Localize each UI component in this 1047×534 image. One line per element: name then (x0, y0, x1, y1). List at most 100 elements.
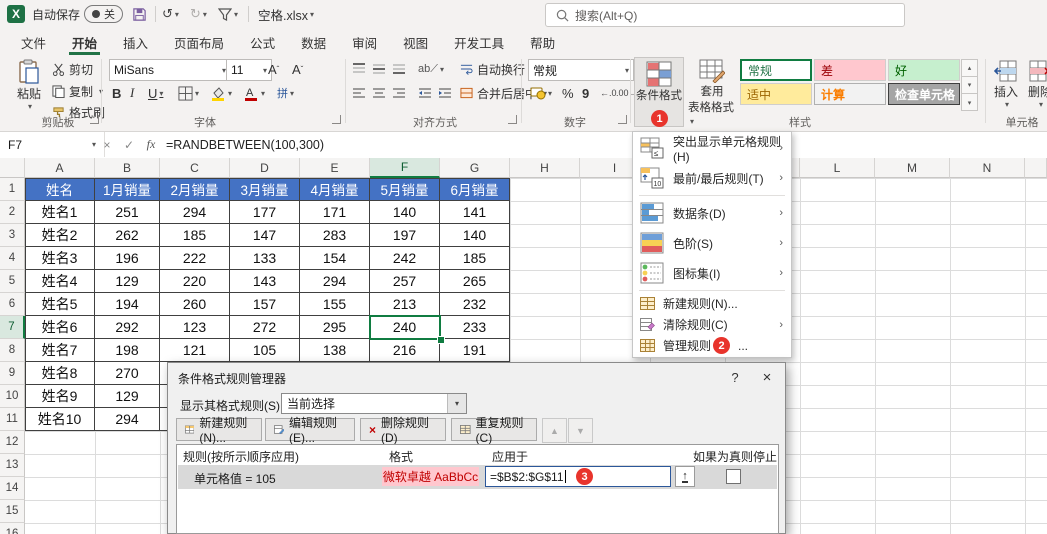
table-cell[interactable]: 265 (440, 270, 510, 293)
column-header-G[interactable]: G (440, 158, 510, 178)
move-rule-up-button[interactable]: ▲ (542, 418, 567, 443)
align-right-button[interactable] (392, 83, 406, 103)
autosave-toggle[interactable]: 关 (84, 4, 123, 24)
table-cell[interactable]: 260 (160, 293, 230, 316)
table-header-cell[interactable]: 6月销量 (440, 178, 510, 201)
column-header-B[interactable]: B (95, 158, 160, 178)
decrease-indent-button[interactable] (418, 83, 432, 103)
menu-item-最前-最后规则-T-[interactable]: 10 最前/最后规则(T) › (633, 163, 791, 193)
table-cell[interactable]: 138 (300, 339, 370, 362)
stop-if-true-checkbox[interactable] (726, 469, 741, 484)
column-header-L[interactable]: L (800, 158, 875, 178)
table-cell[interactable]: 123 (160, 316, 230, 339)
column-header-F[interactable]: F (370, 158, 440, 178)
align-center-button[interactable] (372, 83, 386, 103)
column-header-C[interactable]: C (160, 158, 230, 178)
menu-item-新建规则-N-[interactable]: 新建规则(N)... (633, 293, 791, 314)
table-header-cell[interactable]: 3月销量 (230, 178, 300, 201)
insert-function-button[interactable]: fx (140, 132, 162, 157)
copy-button[interactable]: 复制▾ (52, 81, 103, 101)
tab-页面布局[interactable]: 页面布局 (161, 29, 237, 55)
table-header-cell[interactable]: 2月销量 (160, 178, 230, 201)
align-left-button[interactable] (352, 83, 366, 103)
menu-item-数据条-D-[interactable]: 数据条(D) › (633, 198, 791, 228)
tab-插入[interactable]: 插入 (110, 29, 161, 55)
cell-style-适中[interactable]: 适中 (740, 83, 812, 105)
dialog-help-button[interactable]: ? (721, 367, 749, 387)
redo-button[interactable]: ↻ ▾ (190, 4, 207, 24)
enter-formula-button[interactable]: ✓ (118, 132, 140, 157)
menu-item-清除规则-C-[interactable]: 清除规则(C) › (633, 314, 791, 335)
number-dialog-launcher[interactable] (618, 115, 627, 124)
menu-item-突出显示单元格规则-H-[interactable]: ≤ 突出显示单元格规则(H) › (633, 133, 791, 164)
tab-开发工具[interactable]: 开发工具 (441, 29, 517, 55)
accounting-format-button[interactable]: ▾ (530, 83, 552, 103)
orientation-button[interactable]: ab⟋ ▾ (418, 59, 444, 79)
phonetic-guide-button[interactable]: 拼 ▾ (277, 83, 294, 103)
undo-button[interactable]: ↺ ▾ (162, 4, 179, 24)
table-cell[interactable]: 216 (370, 339, 440, 362)
middle-align-button[interactable] (372, 59, 386, 79)
italic-button[interactable]: I (130, 83, 134, 103)
row-header-2[interactable]: 2 (0, 201, 25, 224)
filter-button[interactable]: ▾ (218, 4, 238, 24)
row-header-16[interactable]: 16 (0, 523, 25, 534)
column-header-H[interactable]: H (510, 158, 580, 178)
table-cell[interactable]: 294 (95, 408, 160, 431)
tab-审阅[interactable]: 审阅 (339, 29, 390, 55)
table-cell[interactable]: 141 (440, 201, 510, 224)
row-header-12[interactable]: 12 (0, 431, 25, 454)
insert-cells-button[interactable]: 插入 ▾ (990, 59, 1022, 109)
tab-帮助[interactable]: 帮助 (517, 29, 568, 55)
font-size-select[interactable]: 11 ▾ (226, 59, 272, 81)
gallery-more-button[interactable]: ▾ (961, 93, 978, 111)
row-header-15[interactable]: 15 (0, 500, 25, 523)
fill-color-button[interactable]: ▾ (210, 83, 232, 103)
table-cell[interactable]: 140 (440, 224, 510, 247)
row-header-10[interactable]: 10 (0, 385, 25, 408)
table-cell[interactable]: 姓名6 (25, 316, 95, 339)
table-cell[interactable]: 121 (160, 339, 230, 362)
gallery-scroll-up-button[interactable]: ▴ (961, 59, 978, 77)
table-cell[interactable]: 292 (95, 316, 160, 339)
row-header-3[interactable]: 3 (0, 224, 25, 247)
menu-item-管理规则[interactable]: 管理规则 2... (633, 335, 791, 356)
table-cell[interactable]: 姓名3 (25, 247, 95, 270)
table-cell[interactable]: 129 (95, 270, 160, 293)
table-cell[interactable]: 姓名4 (25, 270, 95, 293)
table-cell[interactable]: 251 (95, 201, 160, 224)
table-cell[interactable]: 191 (440, 339, 510, 362)
font-dialog-launcher[interactable] (332, 115, 341, 124)
table-cell[interactable]: 194 (95, 293, 160, 316)
comma-style-button[interactable]: 9 (582, 83, 589, 103)
delete-rule-button[interactable]: × 删除规则(D) (360, 416, 446, 445)
formula-input[interactable]: =RANDBETWEEN(100,300) (166, 132, 324, 157)
table-cell[interactable]: 262 (95, 224, 160, 247)
file-name[interactable]: 空格.xlsx ▾ (258, 4, 314, 24)
borders-button[interactable]: ▾ (178, 83, 199, 103)
column-header-E[interactable]: E (300, 158, 370, 178)
cell-style-差[interactable]: 差 (814, 59, 886, 81)
table-cell[interactable]: 283 (300, 224, 370, 247)
gallery-scroll-down-button[interactable]: ▾ (961, 76, 978, 94)
table-cell[interactable]: 222 (160, 247, 230, 270)
table-cell[interactable]: 213 (370, 293, 440, 316)
table-cell[interactable]: 272 (230, 316, 300, 339)
table-cell[interactable]: 105 (230, 339, 300, 362)
row-header-7[interactable]: 7 (0, 316, 25, 339)
row-header-1[interactable]: 1 (0, 178, 25, 201)
wrap-text-button[interactable]: 自动换行 (460, 59, 525, 79)
table-cell[interactable]: 155 (300, 293, 370, 316)
fill-handle[interactable] (437, 336, 445, 344)
table-cell[interactable]: 姓名8 (25, 362, 95, 385)
row-header-4[interactable]: 4 (0, 247, 25, 270)
row-header-13[interactable]: 13 (0, 454, 25, 477)
table-cell[interactable]: 姓名9 (25, 385, 95, 408)
move-rule-down-button[interactable]: ▼ (568, 418, 593, 443)
duplicate-rule-button[interactable]: 重复规则(C) (451, 416, 537, 445)
table-cell[interactable]: 233 (440, 316, 510, 339)
table-header-cell[interactable]: 1月销量 (95, 178, 160, 201)
table-cell[interactable]: 185 (440, 247, 510, 270)
edit-rule-button[interactable]: 编辑规则(E)... (265, 416, 355, 445)
tab-公式[interactable]: 公式 (237, 29, 288, 55)
